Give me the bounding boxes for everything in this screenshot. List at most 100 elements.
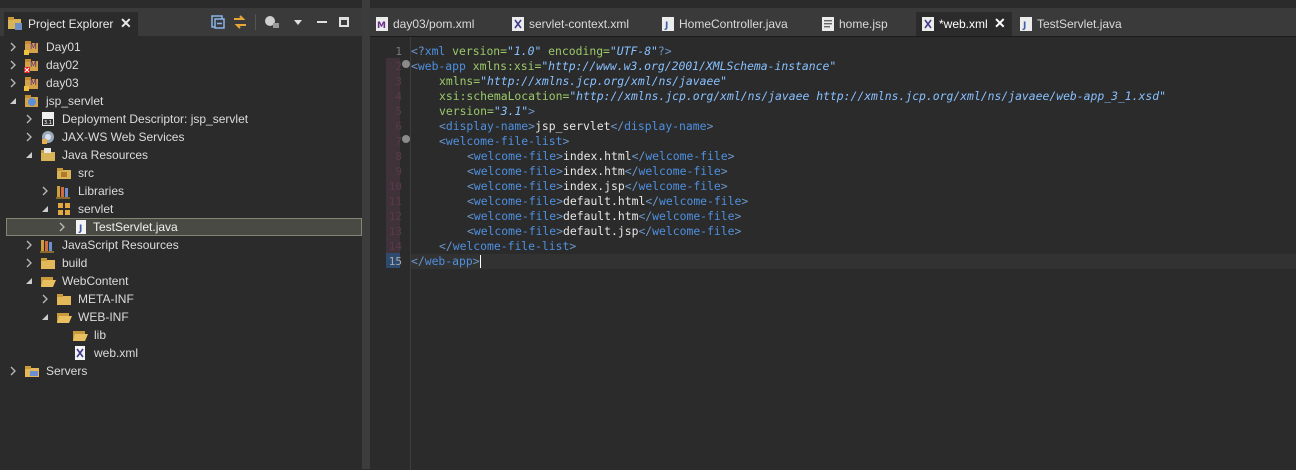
close-icon[interactable]: ✕ bbox=[994, 15, 1006, 32]
code-line-9: <welcome-file>index.htm</welcome-file> bbox=[467, 164, 728, 178]
libraries-icon bbox=[56, 186, 70, 199]
tree-item-webcontent[interactable]: WebContent bbox=[0, 272, 360, 290]
tree-item-label: Java Resources bbox=[62, 148, 149, 162]
expand-arrow-icon[interactable] bbox=[24, 132, 34, 142]
tree-item-day02[interactable]: M day02 bbox=[0, 56, 360, 74]
tree-item-testservlet-java[interactable]: J TestServlet.java bbox=[6, 218, 362, 236]
expand-arrow-icon[interactable] bbox=[40, 294, 50, 304]
svg-text:J: J bbox=[78, 224, 82, 234]
code-line-8: <welcome-file>index.html</welcome-file> bbox=[467, 149, 735, 163]
package-icon bbox=[58, 203, 70, 215]
tree-item-web-inf[interactable]: WEB-INF bbox=[0, 308, 360, 326]
tab-home-jsp[interactable]: home.jsp bbox=[816, 12, 906, 36]
open-folder-icon bbox=[41, 277, 56, 287]
collapse-arrow-icon[interactable] bbox=[40, 312, 50, 322]
tree-item-label: jsp_servlet bbox=[46, 94, 104, 108]
tree-item-lib[interactable]: lib bbox=[0, 326, 360, 344]
project-explorer-icon bbox=[8, 17, 22, 30]
line-number: 4 bbox=[395, 90, 402, 103]
tab-label: TestServlet.java bbox=[1037, 17, 1122, 31]
collapse-arrow-icon[interactable] bbox=[24, 276, 34, 286]
tree-item-jsp-servlet[interactable]: jsp_servlet bbox=[0, 92, 360, 110]
expand-arrow-icon[interactable] bbox=[24, 240, 34, 250]
tree-item-label: lib bbox=[94, 328, 107, 342]
tree-item-java-resources[interactable]: Java Resources bbox=[0, 146, 360, 164]
line-number: 11 bbox=[388, 195, 402, 208]
maven-project-error-icon: M bbox=[24, 59, 38, 73]
toolbar-separator bbox=[255, 14, 256, 30]
javascript-resources-icon bbox=[40, 240, 54, 253]
collapse-all-icon[interactable] bbox=[210, 14, 226, 30]
maximize-icon[interactable] bbox=[336, 14, 352, 30]
tree-item-day01[interactable]: M Day01 bbox=[0, 38, 360, 56]
line-number: 7 bbox=[395, 135, 402, 148]
tree-item-servlet-package[interactable]: servlet bbox=[0, 200, 360, 218]
tab-pom-xml[interactable]: M day03/pom.xml bbox=[370, 12, 496, 36]
expand-arrow-icon[interactable] bbox=[8, 42, 18, 52]
servers-folder-icon bbox=[25, 366, 39, 377]
collapse-arrow-icon[interactable] bbox=[40, 204, 50, 214]
code-line-3: xmlns="http://xmlns.jcp.org/xml/ns/javae… bbox=[439, 74, 728, 88]
tree-item-label: WebContent bbox=[62, 274, 129, 288]
tree-item-day03[interactable]: M day03 bbox=[0, 74, 360, 92]
tree-item-label: servlet bbox=[78, 202, 114, 216]
line-number: 9 bbox=[395, 165, 402, 178]
tree-item-javascript-resources[interactable]: JavaScript Resources bbox=[0, 236, 360, 254]
tree-item-label: WEB-INF bbox=[78, 310, 129, 324]
fold-icon[interactable] bbox=[402, 60, 410, 68]
expand-arrow-icon[interactable] bbox=[8, 78, 18, 88]
tree-item-web-xml[interactable]: web.xml bbox=[0, 344, 360, 362]
tree-item-servers[interactable]: Servers bbox=[0, 362, 360, 380]
tree-item-meta-inf[interactable]: META-INF bbox=[0, 290, 360, 308]
tree-item-libraries[interactable]: Libraries bbox=[0, 182, 360, 200]
collapse-arrow-icon[interactable] bbox=[24, 150, 34, 160]
code-line-1: <?xml version="1.0" encoding="UTF-8"?> bbox=[411, 44, 672, 58]
minimize-icon[interactable] bbox=[314, 14, 330, 30]
view-splitter[interactable] bbox=[362, 0, 370, 469]
java-file-icon: J bbox=[662, 17, 674, 31]
tab-testservlet-java[interactable]: J TestServlet.java bbox=[1014, 12, 1124, 36]
view-menu-icon[interactable] bbox=[290, 14, 306, 30]
tab-web-xml[interactable]: *web.xml ✕ bbox=[916, 12, 1012, 36]
tab-label: HomeController.java bbox=[679, 17, 788, 31]
line-number: 15 bbox=[388, 255, 402, 268]
tree-item-build[interactable]: build bbox=[0, 254, 360, 272]
jsp-file-icon bbox=[822, 17, 834, 31]
java-resources-icon bbox=[41, 148, 55, 161]
tree-item-label: web.xml bbox=[94, 346, 139, 360]
expand-arrow-icon[interactable] bbox=[8, 366, 18, 376]
explorer-tab[interactable]: Project Explorer ✕ bbox=[4, 12, 138, 36]
expand-arrow-icon[interactable] bbox=[24, 114, 34, 124]
collapse-arrow-icon[interactable] bbox=[8, 96, 18, 106]
maven-pom-icon: M bbox=[376, 17, 388, 31]
line-number: 6 bbox=[395, 120, 402, 133]
line-number: 14 bbox=[388, 240, 402, 253]
maven-project-icon: M bbox=[24, 41, 38, 55]
tree-item-jax-ws[interactable]: JAX-WS Web Services bbox=[0, 128, 360, 146]
code-line-13: <welcome-file>default.jsp</welcome-file> bbox=[467, 224, 742, 238]
deployment-descriptor-icon: 3.1 bbox=[42, 112, 54, 126]
web-services-icon bbox=[42, 131, 54, 144]
expand-arrow-icon[interactable] bbox=[8, 60, 18, 70]
tree-item-label: day02 bbox=[46, 58, 79, 72]
code-text-area[interactable]: 1 2 3 4 5 6 7 8 9 10 11 12 13 14 15 <?xm… bbox=[389, 37, 1296, 470]
link-with-editor-icon[interactable] bbox=[232, 14, 248, 30]
expand-arrow-icon[interactable] bbox=[24, 258, 34, 268]
svg-text:M: M bbox=[30, 60, 37, 69]
filter-icon[interactable] bbox=[264, 14, 280, 30]
tree-item-src[interactable]: src bbox=[0, 164, 360, 182]
expand-arrow-icon[interactable] bbox=[40, 186, 50, 196]
fold-icon[interactable] bbox=[402, 135, 410, 143]
tab-servlet-context-xml[interactable]: servlet-context.xml bbox=[506, 12, 646, 36]
tree-item-deployment-descriptor[interactable]: 3.1 Deployment Descriptor: jsp_servlet bbox=[0, 110, 360, 128]
code-line-6: <display-name>jsp_servlet</display-name> bbox=[439, 119, 714, 133]
svg-text:J: J bbox=[1022, 21, 1026, 31]
tab-homecontroller-java[interactable]: J HomeController.java bbox=[656, 12, 812, 36]
tree-item-label: TestServlet.java bbox=[93, 220, 178, 234]
tree-item-label: day03 bbox=[46, 76, 79, 90]
expand-arrow-icon[interactable] bbox=[57, 222, 67, 232]
tree-item-label: build bbox=[62, 256, 88, 270]
close-icon[interactable]: ✕ bbox=[120, 15, 132, 32]
folder-icon bbox=[41, 258, 55, 269]
xml-editor[interactable]: 1 2 3 4 5 6 7 8 9 10 11 12 13 14 15 <?xm… bbox=[370, 36, 1296, 470]
